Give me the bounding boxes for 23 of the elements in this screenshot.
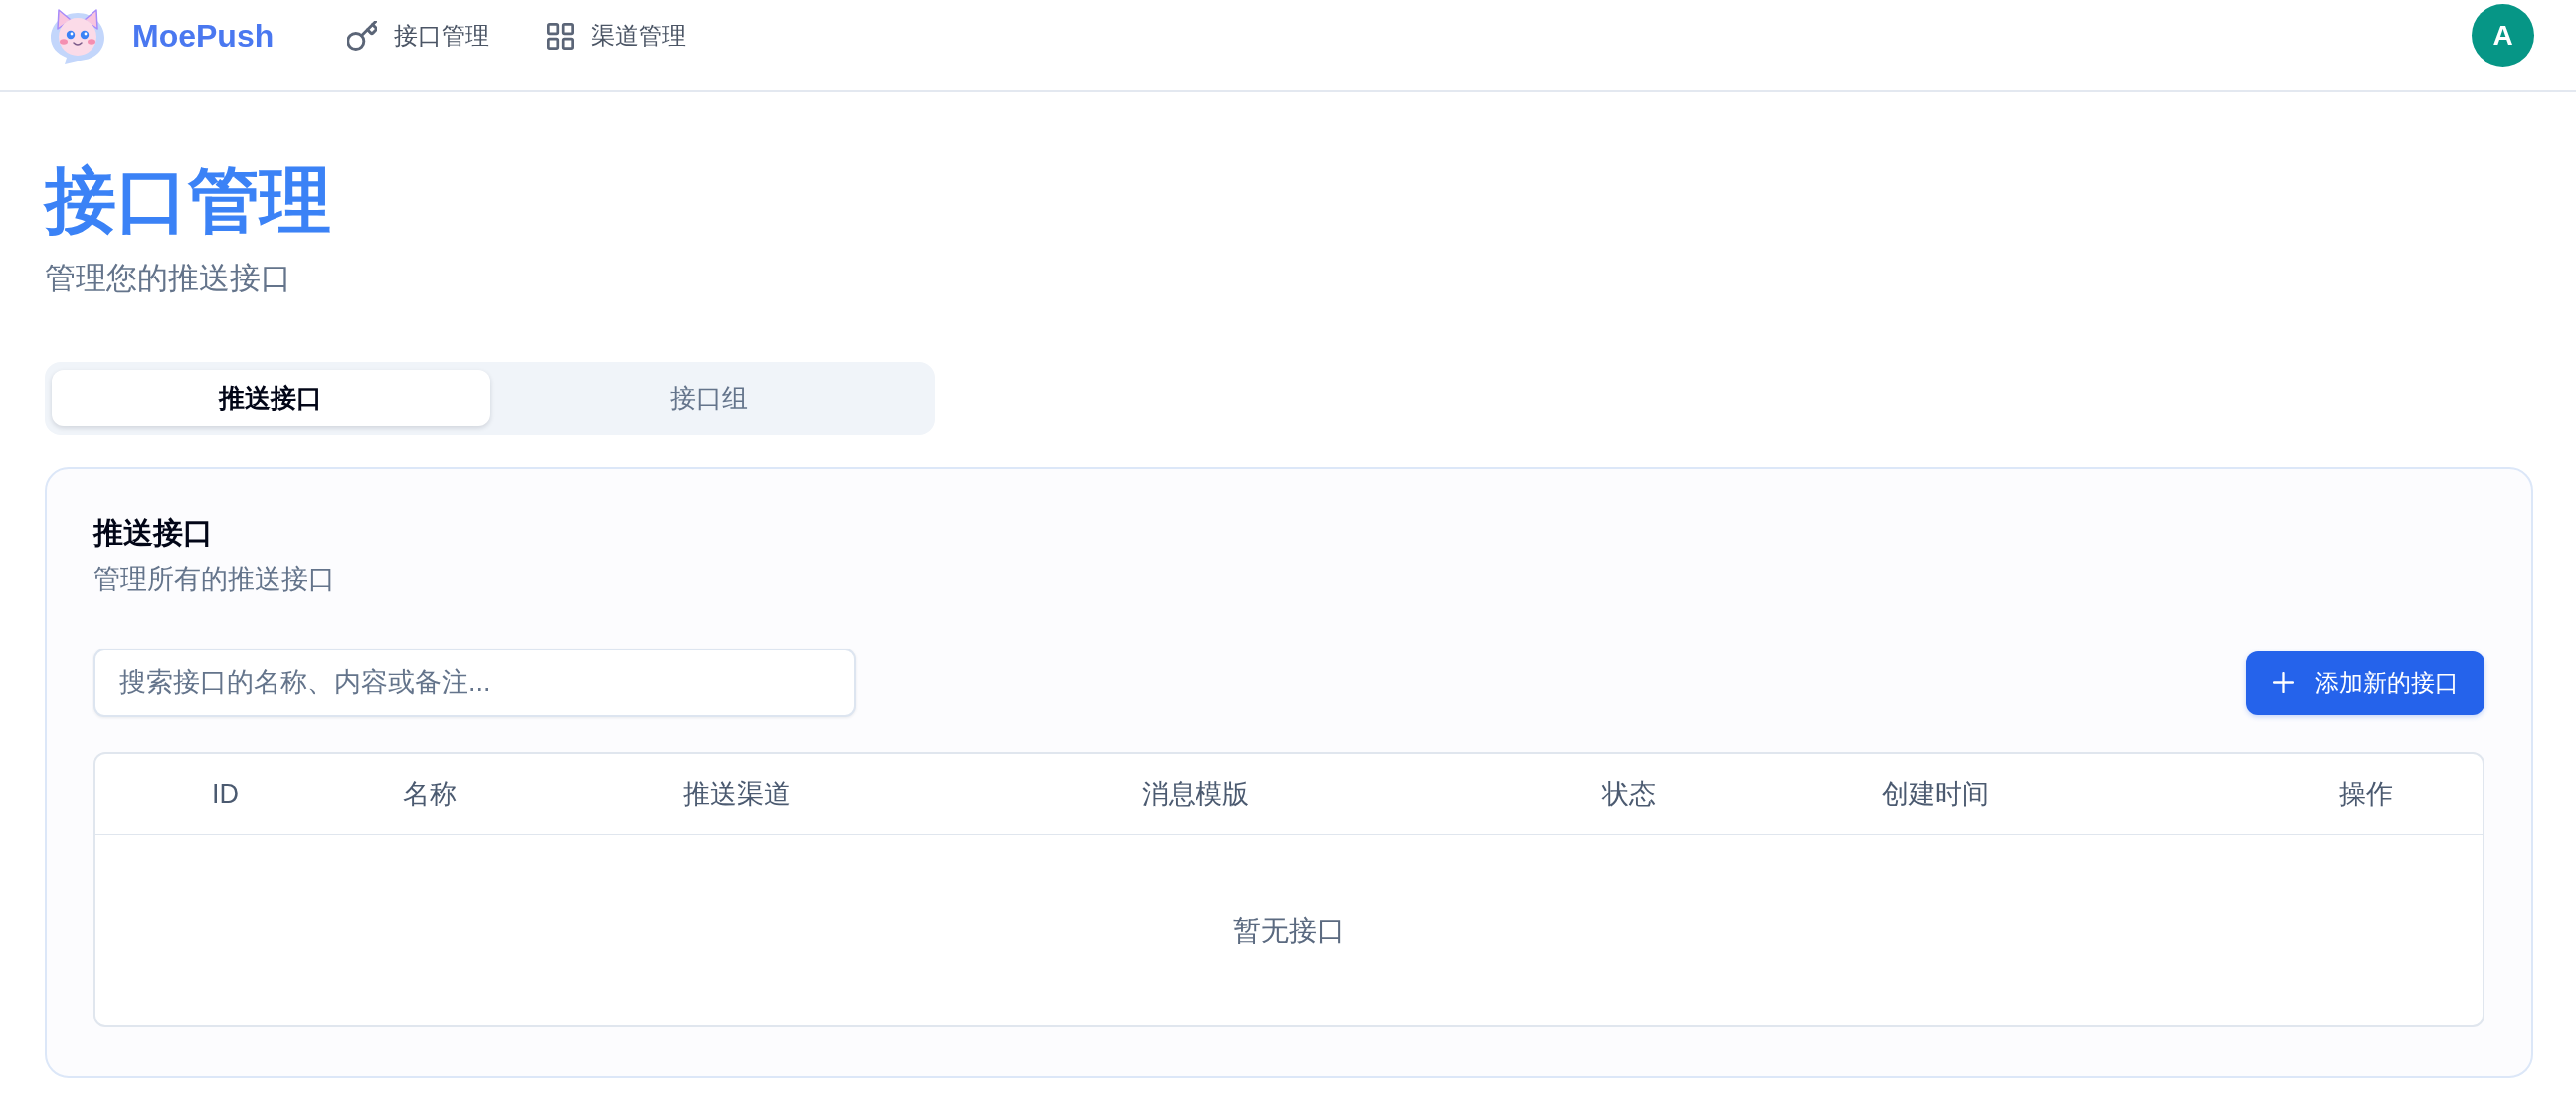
user-avatar[interactable]: A	[2472, 4, 2534, 67]
page-subtitle: 管理您的推送接口	[45, 260, 292, 297]
column-header: 创建时间	[1882, 778, 1989, 811]
plus-icon	[2272, 672, 2294, 693]
key-icon	[347, 21, 378, 51]
column-header: 消息模版	[1142, 778, 1249, 811]
card-subtitle: 管理所有的推送接口	[93, 563, 336, 596]
nav-link[interactable]: 接口管理	[347, 20, 490, 52]
column-header: 推送渠道	[683, 778, 791, 811]
page-title: 接口管理	[45, 159, 332, 242]
tab[interactable]: 接口组	[489, 370, 928, 426]
search-field[interactable]: 搜索接口的名称、内容或备注...	[93, 649, 856, 717]
card-title: 推送接口	[93, 515, 214, 551]
column-header: 状态	[1602, 778, 1656, 811]
add-button[interactable]: 添加新的接口	[2246, 650, 2484, 715]
grid-icon	[547, 22, 575, 50]
tab[interactable]: 推送接口	[52, 370, 490, 426]
column-header: 操作	[2339, 778, 2393, 811]
column-header: 名称	[403, 778, 457, 811]
brand-name[interactable]: MoePush	[132, 17, 275, 55]
empty-message: 暂无接口	[1233, 913, 1345, 948]
nav-link[interactable]: 渠道管理	[547, 20, 687, 52]
column-header: ID	[212, 778, 239, 810]
